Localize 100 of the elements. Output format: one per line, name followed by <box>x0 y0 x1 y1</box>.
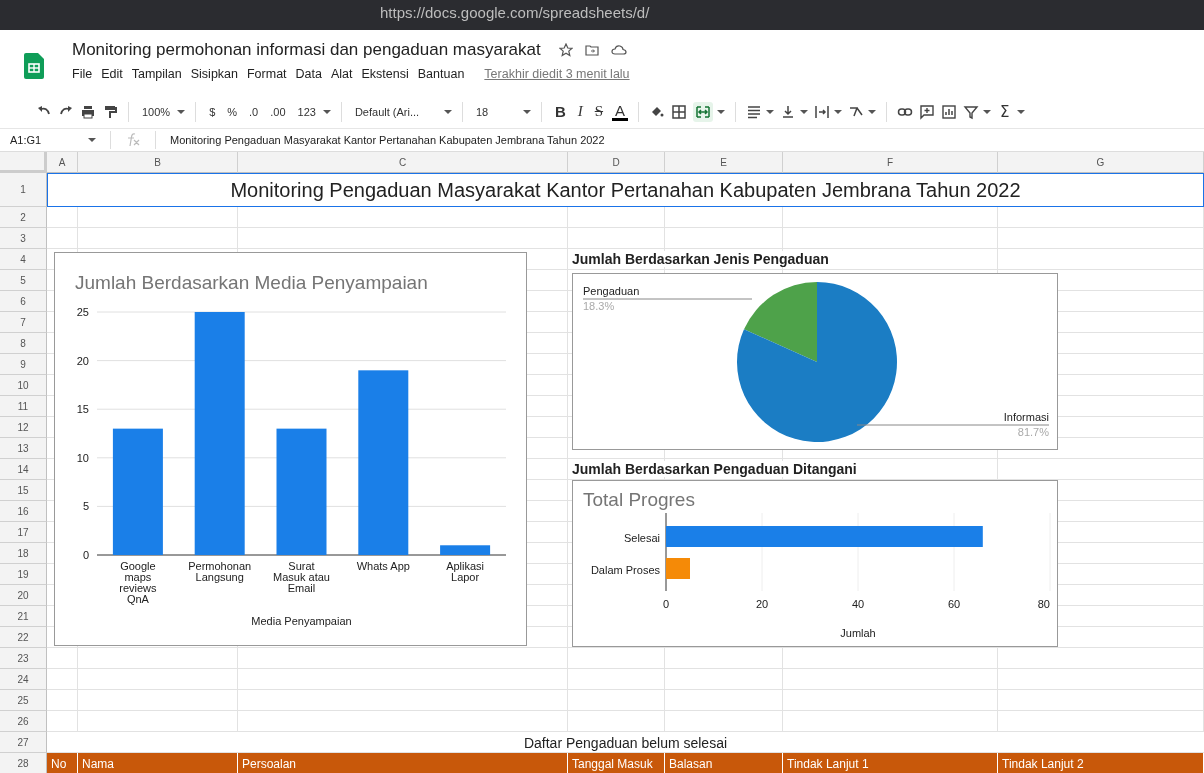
caret-icon <box>717 109 726 114</box>
filter-icon[interactable] <box>963 103 980 120</box>
menu-item[interactable]: Data <box>295 67 322 81</box>
row-header[interactable]: 19 <box>0 564 47 585</box>
paint-format-icon[interactable] <box>102 103 118 120</box>
row-header[interactable]: 12 <box>0 417 47 438</box>
row-header[interactable]: 3 <box>0 228 47 249</box>
row-header[interactable]: 4 <box>0 249 47 270</box>
column-header[interactable]: F <box>783 152 998 173</box>
row-header[interactable]: 2 <box>0 207 47 228</box>
row-header[interactable]: 7 <box>0 312 47 333</box>
table-header-cell[interactable]: Tindak Lanjut 2 <box>998 753 1204 773</box>
axis-tick-label: 60 <box>947 598 961 610</box>
menu-item[interactable]: Ekstensi <box>361 67 409 81</box>
last-edit-link[interactable]: Terakhir diedit 3 menit lalu <box>484 67 630 81</box>
merge-cells-button[interactable] <box>693 101 714 122</box>
row-header[interactable]: 16 <box>0 501 47 522</box>
decrease-decimal-button[interactable]: .0 <box>246 105 262 118</box>
row-header[interactable]: 18 <box>0 543 47 564</box>
text-wrap-icon[interactable] <box>814 103 831 120</box>
menu-item[interactable]: Alat <box>331 67 353 81</box>
comment-icon[interactable] <box>919 103 936 120</box>
folder-icon[interactable] <box>584 44 599 56</box>
chart-card[interactable]: Pengaduan 18.3% Informasi 81.7% <box>572 273 1058 450</box>
sheets-logo-icon[interactable] <box>24 53 44 79</box>
menu-item[interactable]: Bantuan <box>417 67 465 81</box>
menu-item[interactable]: Tampilan <box>131 67 182 81</box>
font-dropdown[interactable]: Default (Ari... <box>351 105 440 118</box>
align-icon[interactable] <box>746 103 763 120</box>
menu-item[interactable]: Format <box>247 67 287 81</box>
slice-label: Pengaduan <box>583 285 640 297</box>
row-header[interactable]: 8 <box>0 333 47 354</box>
axis-tick-label: 40 <box>851 598 865 610</box>
increase-decimal-button[interactable]: .00 <box>267 105 289 118</box>
table-header-cell[interactable]: Persoalan <box>238 753 568 773</box>
table-header-cell[interactable]: Nama <box>78 753 238 773</box>
row-header[interactable]: 17 <box>0 522 47 543</box>
row-header[interactable]: 15 <box>0 480 47 501</box>
axis-tick-label: 20 <box>76 354 89 367</box>
axis-tick-label: 0 <box>82 549 89 561</box>
row-header[interactable]: 26 <box>0 711 47 732</box>
column-header[interactable]: G <box>998 152 1204 173</box>
row-header[interactable]: 23 <box>0 648 47 669</box>
table-header-cell[interactable]: Tanggal Masuk <box>568 753 665 773</box>
currency-button[interactable]: $ <box>206 105 219 118</box>
row-header[interactable]: 25 <box>0 690 47 711</box>
title-cell[interactable]: Monitoring Pengaduan Masyarakat Kantor Pertanahan Kabupaten Jembrana Tahun 2022 <box>47 173 1204 207</box>
url-field[interactable]: https://docs.google.com/spreadsheets/d/ <box>380 4 650 22</box>
row-header[interactable]: 14 <box>0 459 47 480</box>
row-header[interactable]: 1 <box>0 173 47 207</box>
chart-title: Jumlah Berdasarkan Media Penyampaian <box>75 272 428 293</box>
caret-icon <box>443 109 452 114</box>
bold-button[interactable]: B <box>551 103 569 120</box>
row-header[interactable]: 22 <box>0 627 47 648</box>
axis-tick-label: 5 <box>82 500 89 513</box>
row-header[interactable]: 24 <box>0 669 47 690</box>
italic-button[interactable]: I <box>574 103 586 120</box>
row-header[interactable]: 21 <box>0 606 47 627</box>
table-header-cell[interactable]: Tindak Lanjut 1 <box>783 753 998 773</box>
cloud-icon[interactable] <box>610 44 627 56</box>
list-title-cell[interactable]: Daftar Pengaduan belum selesai <box>47 732 1204 753</box>
chart-heading: Jumlah Berdasarkan Jenis Pengaduan <box>572 251 829 267</box>
font-size-dropdown[interactable]: 18 <box>472 105 519 118</box>
strikethrough-button[interactable]: S <box>591 103 607 120</box>
row-header[interactable]: 10 <box>0 375 47 396</box>
table-header-cell[interactable]: No <box>47 753 78 773</box>
menu-item[interactable]: File <box>72 67 93 81</box>
zoom-dropdown[interactable]: 100% <box>139 105 174 118</box>
chart-icon[interactable] <box>941 103 958 120</box>
column-header[interactable]: A <box>47 152 78 173</box>
column-header[interactable]: D <box>568 152 665 173</box>
row-header[interactable]: 27 <box>0 732 47 753</box>
category-label: Dalam Proses <box>590 564 660 576</box>
document-title[interactable]: Monitoring permohonan informasi dan pengaduan masyarakat <box>72 40 541 60</box>
caret-icon <box>834 109 843 114</box>
menu-item[interactable]: Sisipkan <box>190 67 238 81</box>
name-box[interactable]: A1:G1 <box>10 134 80 146</box>
menu-item[interactable]: Edit <box>101 67 123 81</box>
row-header[interactable]: 6 <box>0 291 47 312</box>
chart-card[interactable]: Total Progres 0 20 40 60 80 Selesai Dalam Proses Jumlah <box>572 480 1058 647</box>
row-header[interactable]: 28 <box>0 753 47 773</box>
row-header[interactable]: 9 <box>0 354 47 375</box>
column-header[interactable]: E <box>665 152 783 173</box>
number-format-dropdown[interactable]: 123 <box>294 105 319 118</box>
row-header[interactable]: 20 <box>0 585 47 606</box>
table-header-cell[interactable]: Balasan <box>665 753 783 773</box>
functions-button[interactable]: Σ <box>997 102 1013 121</box>
column-header[interactable]: B <box>78 152 238 173</box>
percent-button[interactable]: % <box>224 105 241 118</box>
column-header[interactable]: C <box>238 152 568 173</box>
row-header[interactable]: 13 <box>0 438 47 459</box>
star-icon[interactable] <box>558 43 573 57</box>
chart-card[interactable]: Jumlah Berdasarkan Media Penyampaian 0 5 10 15 20 25 Google maps reviews QnA Permohonan Langsung Surat Masuk atau Email Whats App Aplikasi Lapor Media Penyampaian <box>54 252 527 646</box>
print-icon[interactable] <box>80 103 96 120</box>
text-color-button[interactable]: A <box>612 102 629 121</box>
chart-title: Total Progres <box>583 489 695 510</box>
row-header[interactable]: 5 <box>0 270 47 291</box>
borders-icon[interactable] <box>671 103 688 120</box>
formula-field[interactable]: Monitoring Pengaduan Masyarakat Kantor Pertanahan Kabupaten Jembrana Tahun 2022 <box>170 134 605 146</box>
row-header[interactable]: 11 <box>0 396 47 417</box>
